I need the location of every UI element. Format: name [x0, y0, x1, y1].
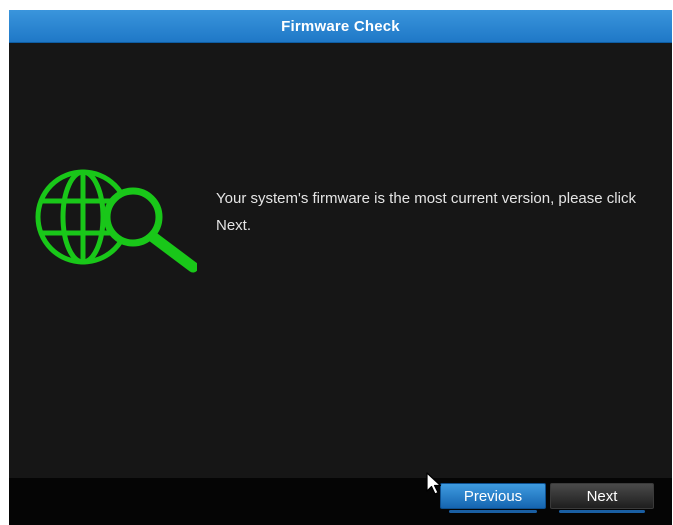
next-button[interactable]: Next: [550, 483, 654, 513]
previous-button[interactable]: Previous: [440, 483, 546, 513]
next-button-highlight: [559, 510, 645, 513]
previous-button-highlight: [449, 510, 537, 513]
previous-button-label: Previous: [463, 487, 523, 505]
dialog-content: Your system's firmware is the most curre…: [9, 43, 672, 478]
globe-magnifier-icon: [35, 169, 197, 273]
title-bar: Firmware Check: [9, 10, 672, 43]
firmware-check-dialog: Firmware Check Your system's firmware is…: [9, 10, 672, 525]
mouse-pointer-icon: [426, 472, 442, 495]
next-button-label: Next: [586, 487, 618, 505]
dialog-title: Firmware Check: [281, 17, 400, 35]
dialog-footer: Previous Next: [9, 478, 672, 525]
firmware-status-message: Your system's firmware is the most curre…: [216, 190, 636, 234]
